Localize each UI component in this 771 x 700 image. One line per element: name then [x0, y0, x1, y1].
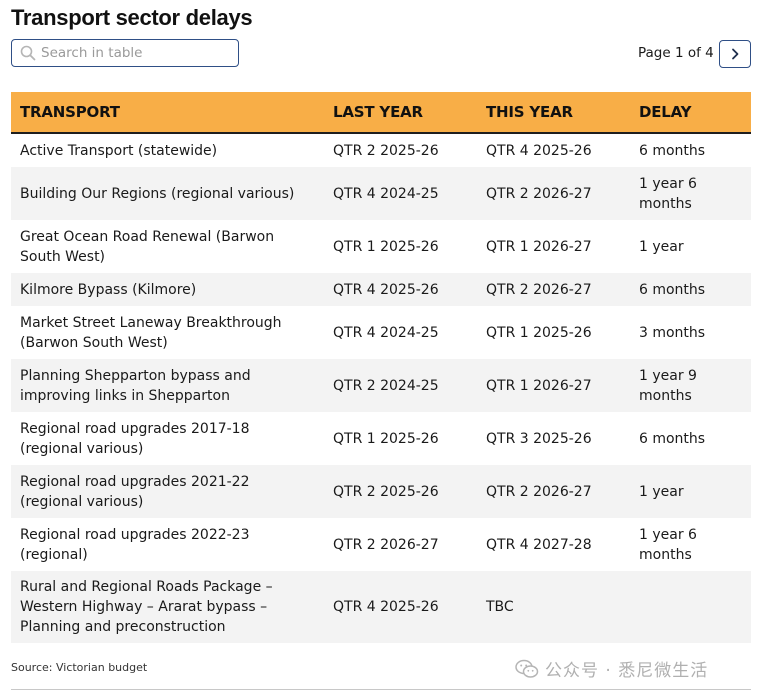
table-row: Rural and Regional Roads Package – Wester…	[11, 571, 751, 643]
cell-this-year: QTR 2 2026-27	[486, 483, 592, 500]
cell-this-year: QTR 3 2025-26	[486, 430, 592, 447]
cell-transport: Great Ocean Road Renewal (Barwon South We…	[20, 228, 275, 265]
wechat-icon	[515, 659, 539, 679]
cell-last-year: QTR 4 2025-26	[333, 281, 439, 298]
cell-transport: Market Street Laneway Breakthrough (Barwo…	[20, 314, 282, 351]
cell-transport: Regional road upgrades 2017-18 (regional …	[20, 420, 250, 457]
cell-delay: 1 year	[639, 483, 684, 500]
column-header-last-year[interactable]: LAST YEAR	[333, 103, 478, 121]
cell-transport: Active Transport (statewide)	[20, 142, 218, 159]
cell-transport: Regional road upgrades 2022-23 (regional)	[20, 526, 250, 563]
cell-transport: Rural and Regional Roads Package – Wester…	[20, 579, 273, 635]
table-body: Active Transport (statewide) QTR 2 2025-2…	[11, 134, 751, 643]
table-row: Planning Shepparton bypass and improving …	[11, 359, 751, 412]
cell-delay: 1 year 9 months	[639, 367, 697, 404]
cell-transport: Regional road upgrades 2021-22 (regional …	[20, 473, 250, 510]
search-icon	[17, 42, 39, 64]
watermark-text: 公众号 · 悉尼微生活	[545, 661, 709, 681]
cell-last-year: QTR 2 2025-26	[333, 142, 439, 159]
cell-this-year: QTR 2 2026-27	[486, 281, 592, 298]
cell-transport: Planning Shepparton bypass and improving …	[20, 367, 251, 404]
cell-transport: Building Our Regions (regional various)	[20, 185, 295, 202]
next-page-button[interactable]	[719, 40, 751, 68]
cell-delay: 6 months	[639, 430, 706, 447]
watermark: 公众号 · 悉尼微生活	[515, 656, 708, 681]
column-header-this-year[interactable]: THIS YEAR	[486, 103, 631, 121]
cell-this-year: TBC	[486, 599, 514, 615]
cell-this-year: QTR 1 2025-26	[486, 324, 592, 341]
source-note: Source: Victorian budget	[11, 661, 148, 674]
cell-delay: 3 months	[639, 324, 706, 341]
cell-last-year: QTR 4 2025-26	[333, 599, 439, 615]
table-row: Great Ocean Road Renewal (Barwon South We…	[11, 220, 751, 273]
cell-delay: 1 year	[639, 238, 684, 255]
pagination-label: Page 1 of 4	[638, 45, 714, 61]
cell-last-year: QTR 4 2024-25	[333, 185, 439, 202]
cell-delay: 1 year 6 months	[639, 175, 697, 212]
table-row: Regional road upgrades 2021-22 (regional …	[11, 465, 751, 518]
cell-last-year: QTR 4 2024-25	[333, 324, 439, 341]
table-row: Kilmore Bypass (Kilmore) QTR 4 2025-26 QTR…	[11, 273, 751, 306]
column-header-transport[interactable]: TRANSPORT	[20, 103, 320, 121]
page-title: Transport sector delays	[11, 5, 253, 30]
table-row: Regional road upgrades 2022-23 (regional)…	[11, 518, 751, 571]
cell-transport: Kilmore Bypass (Kilmore)	[20, 281, 197, 298]
table-row: Building Our Regions (regional various) Q…	[11, 167, 751, 220]
table-header: TRANSPORT LAST YEAR THIS YEAR DELAY	[11, 92, 751, 134]
cell-this-year: QTR 4 2025-26	[486, 142, 592, 159]
column-header-delay[interactable]: DELAY	[639, 103, 747, 121]
cell-this-year: QTR 1 2026-27	[486, 238, 592, 255]
cell-last-year: QTR 2 2025-26	[333, 483, 439, 500]
cell-this-year: QTR 1 2026-27	[486, 377, 592, 394]
cell-this-year: QTR 4 2027-28	[486, 536, 592, 553]
chevron-right-icon	[729, 45, 741, 64]
table-row: Market Street Laneway Breakthrough (Barwo…	[11, 306, 751, 359]
cell-last-year: QTR 2 2026-27	[333, 536, 439, 553]
cell-delay: 6 months	[639, 142, 706, 159]
search-input[interactable]	[39, 45, 231, 61]
cell-delay: 6 months	[639, 281, 706, 298]
search-box[interactable]	[11, 39, 239, 67]
table-row: Regional road upgrades 2017-18 (regional …	[11, 412, 751, 465]
footer-divider	[11, 689, 751, 690]
cell-last-year: QTR 1 2025-26	[333, 238, 439, 255]
cell-last-year: QTR 1 2025-26	[333, 430, 439, 447]
delays-table: TRANSPORT LAST YEAR THIS YEAR DELAY Acti…	[11, 92, 751, 643]
cell-this-year: QTR 2 2026-27	[486, 185, 592, 202]
cell-delay: 1 year 6 months	[639, 526, 697, 563]
table-row: Active Transport (statewide) QTR 2 2025-2…	[11, 134, 751, 167]
cell-last-year: QTR 2 2024-25	[333, 377, 439, 394]
